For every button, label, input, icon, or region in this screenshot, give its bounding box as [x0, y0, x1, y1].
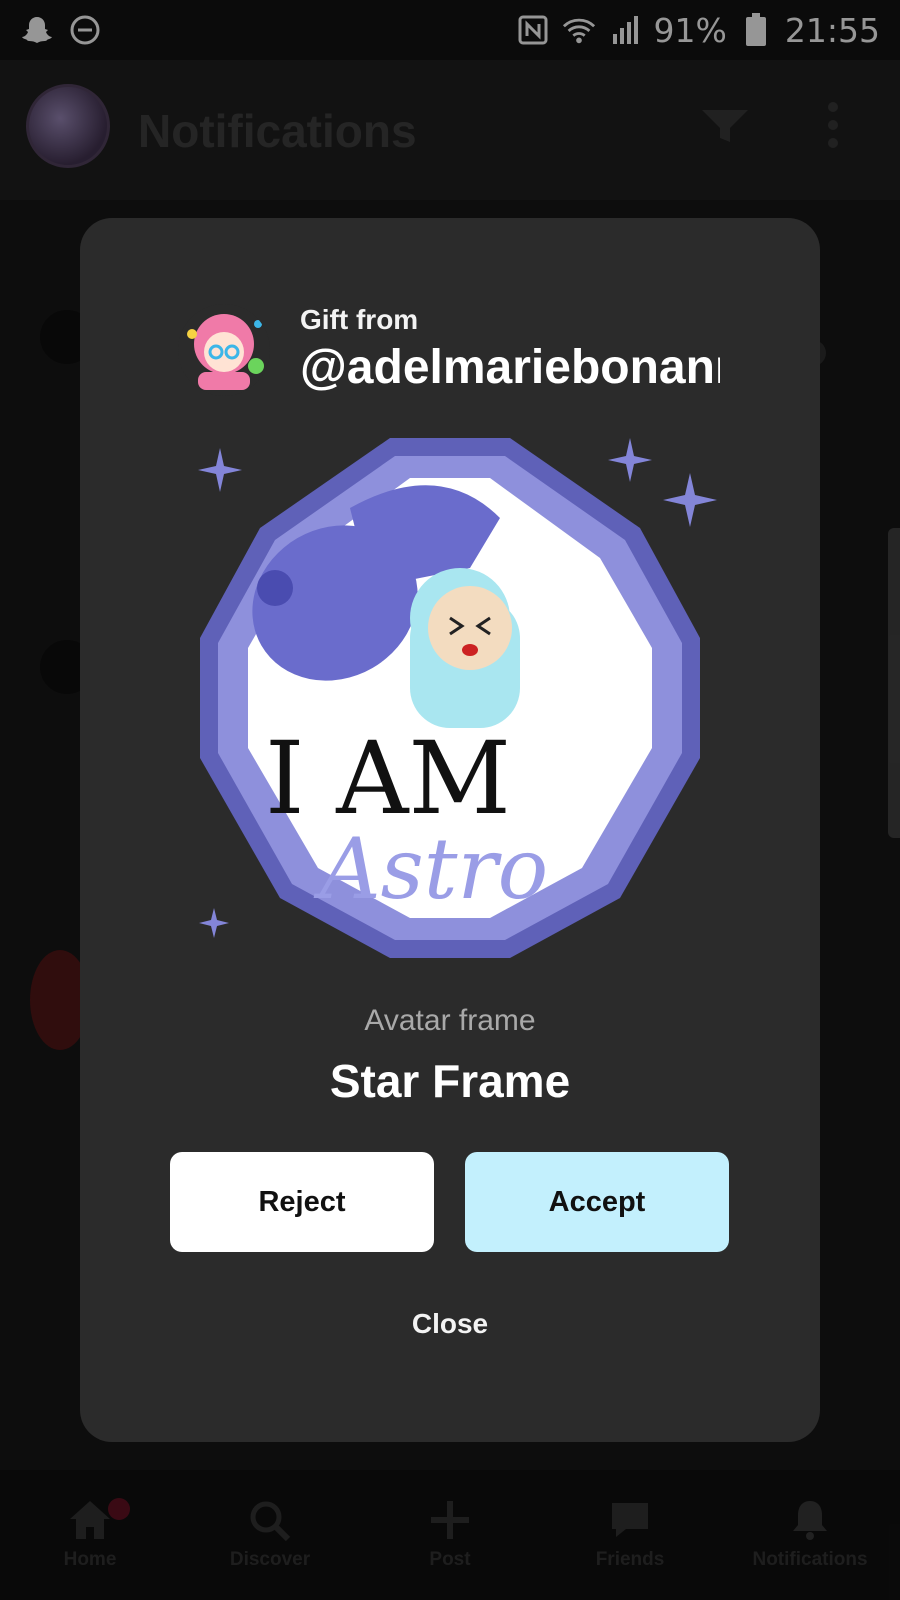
gift-from-label: Gift from	[300, 304, 419, 335]
item-type: Avatar frame	[364, 1004, 536, 1037]
gift-modal: Gift from @adelmariebonanno	[80, 218, 820, 1442]
giver-avatar	[178, 304, 270, 396]
frame-subtext: Astro	[313, 820, 548, 918]
frame-preview: I AM Astro	[170, 418, 730, 968]
item-name: Star Frame	[329, 1055, 571, 1107]
reject-button[interactable]: Reject	[170, 1152, 434, 1252]
close-button[interactable]: Close	[80, 1308, 820, 1340]
accept-button[interactable]: Accept	[465, 1152, 729, 1252]
gift-username[interactable]: @adelmariebonanno	[300, 340, 720, 395]
